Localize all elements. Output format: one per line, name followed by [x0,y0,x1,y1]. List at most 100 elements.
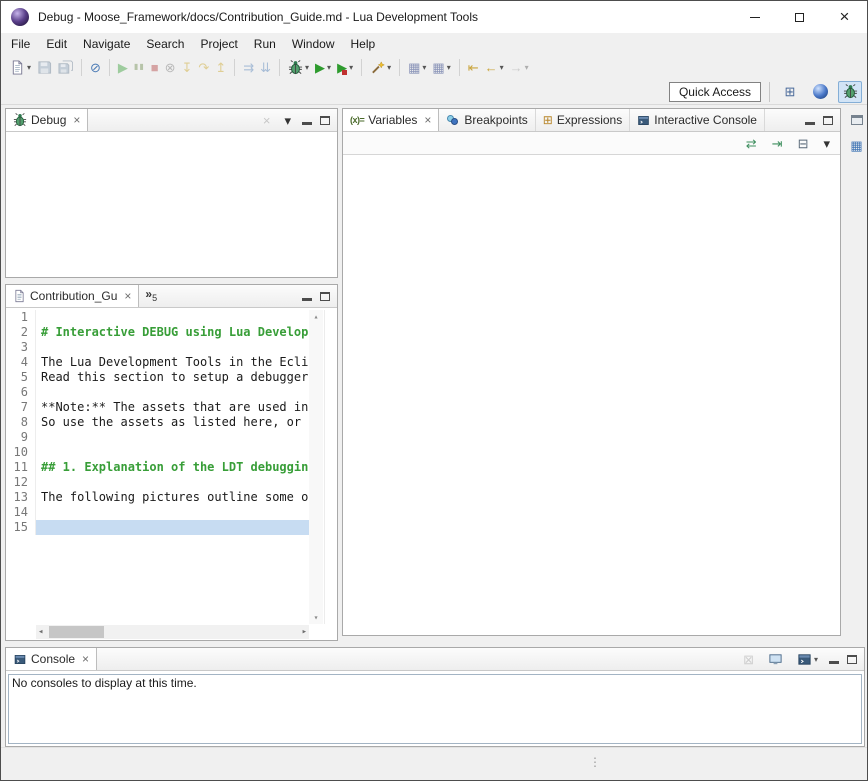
dropdown-arrow-icon[interactable]: ▾ [525,63,529,72]
external-tools-icon[interactable]: ▶▾ [334,56,356,78]
scroll-right-icon[interactable]: ▸ [302,627,307,637]
new-view-grid-icon[interactable]: ▦▾ [405,56,429,78]
editor-line[interactable]: 6 [6,385,309,400]
view-menu-icon[interactable]: ▾ [281,109,294,131]
step-return-icon[interactable]: ↥ [212,56,229,78]
quick-access-input[interactable]: Quick Access [669,82,761,102]
editor-tab-overflow[interactable]: » 5 [139,285,163,307]
save-icon[interactable] [34,56,55,78]
dropdown-arrow-icon[interactable]: ▾ [447,63,451,72]
editor-line[interactable]: 2# Interactive DEBUG using Lua Develop [6,325,309,340]
editor-line[interactable]: 8So use the assets as listed here, or [6,415,309,430]
dropdown-arrow-icon[interactable]: ▾ [814,655,818,664]
terminate-icon[interactable]: ■ [148,56,162,78]
dropdown-arrow-icon[interactable]: ▾ [500,63,504,72]
minimize-view-icon[interactable] [805,116,815,125]
dropdown-arrow-icon[interactable]: ▾ [327,63,331,72]
minimized-view-icon[interactable]: ▦ [847,134,865,156]
editor-line[interactable]: 9 [6,430,309,445]
dropdown-arrow-icon[interactable]: ▾ [349,63,353,72]
new-wizard-icon[interactable]: ▾ [7,56,34,78]
menu-help[interactable]: Help [343,35,384,53]
skip-all-breakpoints-icon[interactable]: ⊘ [87,56,104,78]
close-tab-icon[interactable]: × [73,113,80,127]
maximize-window-button[interactable] [777,1,822,33]
editor-line[interactable]: 10 [6,445,309,460]
view-menu-icon[interactable]: ▾ [820,132,833,154]
disconnect-icon[interactable]: ⊗ [162,56,179,78]
close-tab-icon[interactable]: × [82,652,89,666]
tab-debug[interactable]: Debug × [6,109,88,131]
editor-horizontal-scrollbar[interactable]: ◂ ▸ [36,625,309,639]
tab-expressions[interactable]: ⊞Expressions [536,109,630,131]
menu-edit[interactable]: Edit [38,35,75,53]
annotation-navigation-icon[interactable]: ▦▾ [429,56,453,78]
tab-contribution-guide[interactable]: Contribution_Gu × [6,285,139,307]
dropdown-arrow-icon[interactable]: ▾ [422,63,426,72]
back-icon[interactable]: ←▾ [482,56,507,78]
maximize-view-icon[interactable] [320,292,330,301]
tab-breakpoints[interactable]: Breakpoints [439,109,535,131]
close-tab-icon[interactable]: × [424,113,431,127]
resume-icon[interactable]: ▶ [115,56,131,78]
editor-line[interactable]: 15 [6,520,309,535]
statusbar-handle[interactable]: ⋮ [589,755,601,769]
menu-file[interactable]: File [3,35,38,53]
clear-console-icon[interactable]: ⊠ [740,648,757,670]
scroll-down-icon[interactable]: ▾ [314,613,319,622]
step-over-icon[interactable]: ↷ [195,56,212,78]
open-task-icon[interactable]: ▾ [367,56,394,78]
display-selected-console-icon[interactable] [765,648,786,670]
drop-to-frame-icon[interactable]: ⇊ [257,56,274,78]
menu-navigate[interactable]: Navigate [75,35,138,53]
dropdown-arrow-icon[interactable]: ▾ [305,63,309,72]
menu-search[interactable]: Search [138,35,192,53]
debug-launch-icon[interactable]: ▾ [285,56,312,78]
maximize-view-icon[interactable] [823,116,833,125]
use-step-filters-icon[interactable]: ⇉ [240,56,257,78]
maximize-view-icon[interactable] [847,655,857,664]
last-edit-location-icon[interactable]: ⇤ [465,56,482,78]
tab-console[interactable]: Console × [6,648,97,670]
show-type-names-icon[interactable]: ⇥ [769,132,786,154]
menu-window[interactable]: Window [284,35,343,53]
editor-content[interactable]: 12# Interactive DEBUG using Lua Develop3… [6,308,337,640]
step-into-icon[interactable]: ↧ [179,56,196,78]
editor-line[interactable]: 7**Note:** The assets that are used in [6,400,309,415]
maximize-view-icon[interactable] [320,116,330,125]
minimize-view-icon[interactable] [829,655,839,664]
save-all-icon[interactable] [55,56,76,78]
editor-line[interactable]: 1 [6,310,309,325]
editor-line[interactable]: 14 [6,505,309,520]
editor-line[interactable]: 5Read this section to setup a debugger [6,370,309,385]
editor-line[interactable]: 3 [6,340,309,355]
menu-project[interactable]: Project [192,35,245,53]
tab-interactive-console[interactable]: Interactive Console [630,109,765,131]
minimize-window-button[interactable] [732,1,777,33]
run-launch-icon[interactable]: ▶▾ [312,56,334,78]
close-window-button[interactable]: × [822,1,867,33]
collapse-all-icon[interactable]: ⊟ [795,132,812,154]
lua-perspective-button[interactable] [808,81,832,103]
minimize-view-icon[interactable] [302,292,312,301]
forward-icon[interactable]: →▾ [507,56,532,78]
dropdown-arrow-icon[interactable]: ▾ [387,63,391,72]
minimize-view-icon[interactable] [302,116,312,125]
suspend-icon[interactable]: ▮▮ [131,56,148,78]
editor-vertical-scrollbar[interactable]: ▴ ▾ [309,310,323,624]
show-logical-structures-icon[interactable]: ⇄ [743,132,760,154]
editor-line[interactable]: 4The Lua Development Tools in the Ecli [6,355,309,370]
dropdown-arrow-icon[interactable]: ▾ [27,63,31,72]
editor-line[interactable]: 12 [6,475,309,490]
editor-line[interactable]: 13The following pictures outline some o [6,490,309,505]
tab-variables[interactable]: (x)=Variables× [343,109,439,131]
scrollbar-thumb[interactable] [49,626,104,638]
debug-perspective-button[interactable] [838,81,862,103]
editor-line[interactable]: 11## 1. Explanation of the LDT debuggin [6,460,309,475]
scrollbar-track[interactable] [43,625,301,639]
scroll-up-icon[interactable]: ▴ [314,312,319,321]
close-tab-icon[interactable]: × [124,289,131,303]
restore-fast-view-icon[interactable] [848,109,866,131]
remove-all-terminated-icon[interactable]: × [260,109,274,131]
open-perspective-icon[interactable]: ⊞ [778,81,802,103]
